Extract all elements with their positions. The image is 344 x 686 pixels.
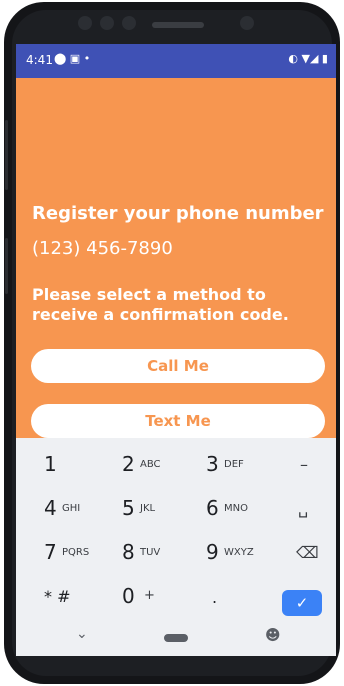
keypad-row: 1 2 ABC 3 DEF –	[16, 446, 336, 486]
letters-label: WXYZ	[224, 547, 254, 558]
sensor-dot	[122, 16, 136, 30]
key-8[interactable]: 8 TUV	[122, 534, 192, 574]
front-camera	[240, 16, 254, 30]
letters-label: DEF	[224, 459, 244, 470]
side-button	[5, 238, 8, 294]
instruction-text: Please select a method to receive a conf…	[32, 285, 289, 324]
side-button	[5, 120, 8, 190]
chevron-down-icon[interactable]: ⌄	[76, 626, 88, 642]
letters-label: GHI	[62, 503, 81, 514]
key-3[interactable]: 3 DEF	[206, 446, 276, 486]
key-4[interactable]: 4 GHI	[44, 490, 114, 530]
sensor-dot	[78, 16, 92, 30]
letters-label: PQRS	[62, 547, 90, 558]
key-0[interactable]: 0 +	[122, 578, 192, 618]
digit-label: 3	[206, 452, 219, 476]
letters-label: ABC	[140, 459, 161, 470]
digit-label: 8	[122, 540, 135, 564]
digit-label: .	[212, 588, 218, 607]
speaker-grill	[152, 22, 204, 28]
space-icon: ␣	[298, 499, 309, 518]
digit-label: 4	[44, 496, 57, 520]
digit-label: 5	[122, 496, 135, 520]
space-key[interactable]: ␣	[298, 490, 328, 530]
letters-label: JKL	[140, 503, 156, 514]
key-1[interactable]: 1	[44, 446, 114, 486]
digit-label: 2	[122, 452, 135, 476]
key-9[interactable]: 9 WXYZ	[206, 534, 276, 574]
status-time: 4:41	[26, 53, 53, 67]
digit-label: 9	[206, 540, 219, 564]
key-2[interactable]: 2 ABC	[122, 446, 192, 486]
letters-label: TUV	[140, 547, 161, 558]
notification-icons: ⬤ ▣ •	[54, 52, 91, 65]
accessibility-icon[interactable]: ☻	[265, 626, 281, 644]
key-5[interactable]: 5 JKL	[122, 490, 192, 530]
done-button[interactable]: ✓	[282, 590, 322, 616]
digit-label: * #	[44, 587, 71, 606]
registration-screen: Register your phone number (123) 456-789…	[16, 78, 336, 438]
digit-label: 7	[44, 540, 57, 564]
dot-key[interactable]: .	[212, 578, 242, 618]
letters-label: +	[144, 588, 155, 603]
digit-label: 0	[122, 584, 135, 608]
phone-frame: 4:41 ⬤ ▣ • ◐ ▼◢ ▮ Register your phone nu…	[4, 2, 340, 684]
sensor-dot	[100, 16, 114, 30]
backspace-icon: ⌫	[296, 543, 319, 562]
backspace-key[interactable]: ⌫	[296, 534, 326, 574]
numeric-keypad: 1 2 ABC 3 DEF – 4 GHI 5 JKL 6 MNO ␣ 7 PQ…	[16, 438, 336, 656]
check-icon: ✓	[295, 594, 309, 612]
key-6[interactable]: 6 MNO	[206, 490, 276, 530]
keypad-row: 4 GHI 5 JKL 6 MNO ␣	[16, 490, 336, 530]
phone-number: (123) 456-7890	[32, 238, 173, 259]
status-bar: 4:41 ⬤ ▣ • ◐ ▼◢ ▮	[16, 44, 336, 78]
text-me-button[interactable]: Text Me	[31, 404, 325, 438]
key-7[interactable]: 7 PQRS	[44, 534, 114, 574]
letters-label: MNO	[224, 503, 248, 514]
keypad-row: 7 PQRS 8 TUV 9 WXYZ ⌫	[16, 534, 336, 574]
page-title: Register your phone number	[32, 203, 324, 224]
call-me-button[interactable]: Call Me	[31, 349, 325, 383]
star-hash-key[interactable]: * #	[44, 578, 114, 618]
digit-label: 1	[44, 452, 57, 476]
dash-key[interactable]: –	[300, 446, 330, 486]
digit-label: 6	[206, 496, 219, 520]
navigation-bar: ⌄ ☻	[16, 624, 336, 656]
screen: 4:41 ⬤ ▣ • ◐ ▼◢ ▮ Register your phone nu…	[16, 44, 336, 656]
dash-icon: –	[300, 455, 308, 474]
home-pill-button[interactable]	[164, 634, 188, 642]
system-status-icons: ◐ ▼◢ ▮	[288, 52, 328, 65]
